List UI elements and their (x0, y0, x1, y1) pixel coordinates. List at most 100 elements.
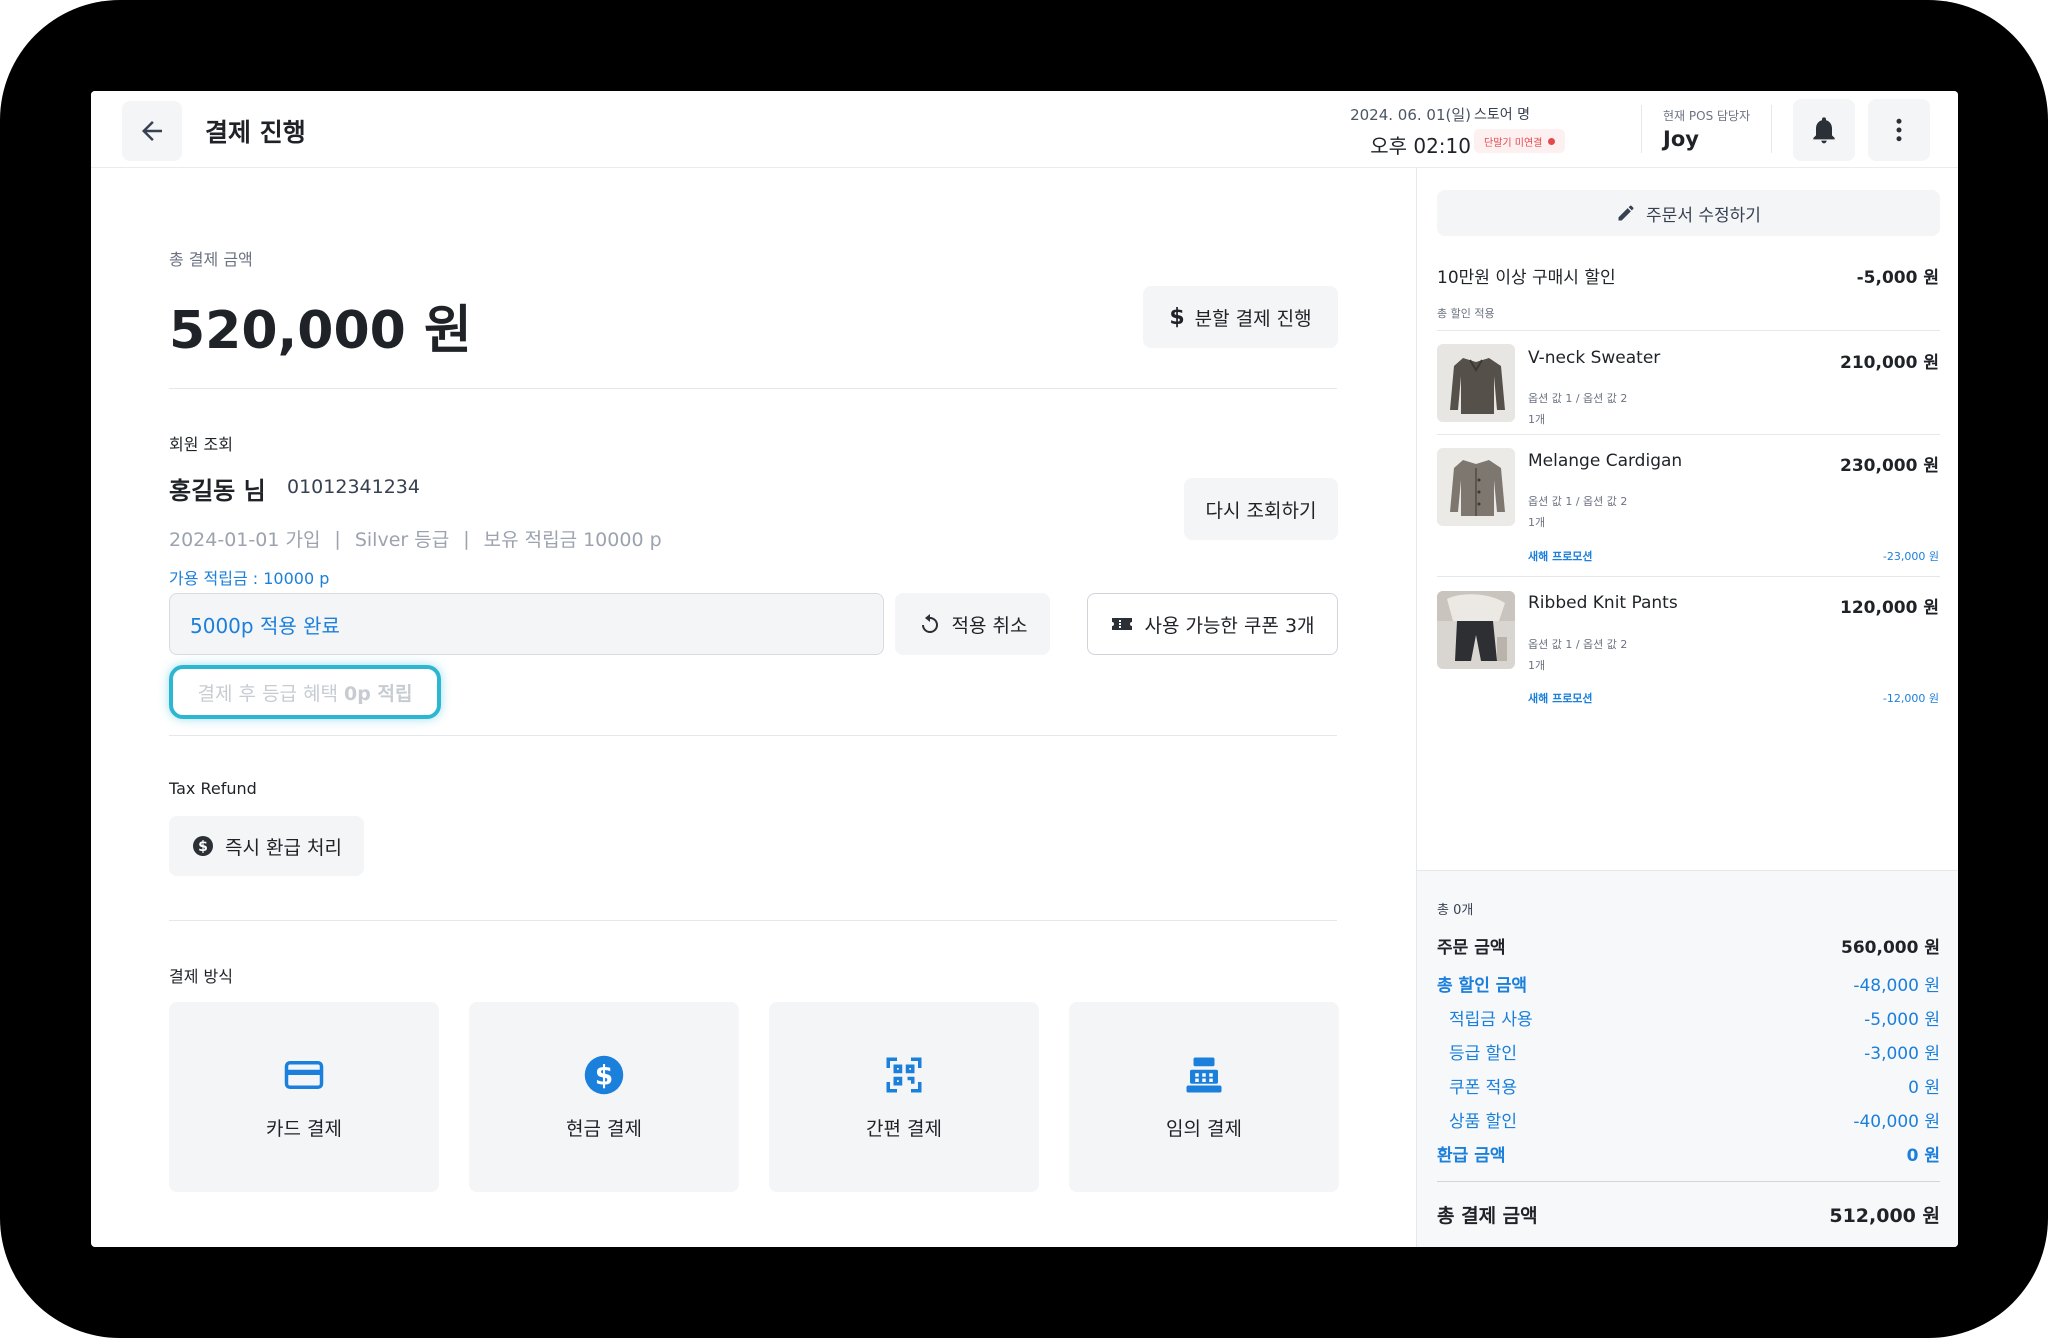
cash-register-icon (1186, 1057, 1222, 1092)
product-divider (1437, 330, 1940, 331)
points-discount-value: -5,000 원 (1864, 1010, 1940, 1030)
discount-name: 10만원 이상 구매시 할인 (1437, 268, 1616, 288)
more-vertical-icon (1896, 118, 1902, 142)
more-menu-button[interactable] (1868, 99, 1930, 161)
arrow-left-icon (142, 121, 162, 141)
top-bar: 결제 진행 2024. 06. 01(일) 오후 02:10 스토어 명 단말기… (91, 91, 1958, 168)
order-amount-label: 주문 금액 (1437, 938, 1506, 958)
split-payment-button[interactable]: $ 분할 결제 진행 (1143, 286, 1338, 348)
page-title: 결제 진행 (205, 118, 306, 147)
order-summary: 총 0개 주문 금액 560,000 원 총 할인 금액 -48,000 원 적… (1417, 870, 1958, 1247)
pos-screen: 결제 진행 2024. 06. 01(일) 오후 02:10 스토어 명 단말기… (91, 91, 1958, 1247)
info-separator: | (463, 527, 470, 550)
product-price: 210,000 원 (1840, 353, 1939, 373)
instant-refund-label: 즉시 환급 처리 (225, 836, 342, 859)
product-quantity: 1개 (1528, 659, 1546, 672)
split-payment-label: 분할 결제 진행 (1194, 307, 1312, 330)
custom-payment-button[interactable]: 임의 결제 (1069, 1002, 1339, 1192)
easy-payment-button[interactable]: 간편 결제 (769, 1002, 1039, 1192)
product-price: 230,000 원 (1840, 456, 1939, 476)
ticket-icon (1112, 618, 1133, 630)
research-member-label: 다시 조회하기 (1205, 499, 1317, 522)
points-discount-label: 적립금 사용 (1449, 1010, 1533, 1030)
cancel-points-label: 적용 취소 (951, 614, 1028, 637)
benefit-value: 0p 적립 (344, 682, 413, 705)
points-applied-text: 5000p 적용 완료 (190, 613, 340, 638)
easy-payment-label: 간편 결제 (866, 1117, 942, 1140)
edit-order-label: 주문서 수정하기 (1646, 205, 1761, 226)
product-thumbnail (1437, 448, 1515, 526)
current-time: 오후 02:10 (1370, 134, 1471, 158)
qr-code-icon (886, 1057, 922, 1092)
order-panel: 주문서 수정하기 10만원 이상 구매시 할인 -5,000 원 총 할인 적용… (1416, 168, 1958, 1247)
pencil-icon (1618, 205, 1634, 221)
staff-name: Joy (1663, 127, 1699, 151)
bell-icon (1813, 117, 1835, 144)
member-name: 홍길동 님 (169, 477, 266, 505)
member-phone: 01012341234 (287, 476, 420, 498)
card-payment-button[interactable]: 카드 결제 (169, 1002, 439, 1192)
product-price: 120,000 원 (1840, 598, 1939, 618)
discount-total-row: 총 할인 금액 -48,000 원 (1437, 971, 1940, 996)
discount-value: -5,000 원 (1856, 268, 1939, 288)
coupon-button[interactable]: 사용 가능한 쿠폰 3개 (1087, 593, 1338, 655)
svg-text:$: $ (198, 839, 208, 855)
product-discount-row: 상품 할인 -40,000 원 (1437, 1107, 1940, 1132)
dollar-icon: $ (584, 1055, 624, 1094)
product-thumbnail (1437, 591, 1515, 669)
final-total-value: 512,000 원 (1829, 1205, 1940, 1227)
grade-discount-row: 등급 할인 -3,000 원 (1437, 1039, 1940, 1064)
current-date: 2024. 06. 01(일) (1350, 106, 1471, 124)
order-amount-value: 560,000 원 (1841, 938, 1940, 958)
refund-value: 0 원 (1906, 1146, 1940, 1166)
coupon-discount-row: 쿠폰 적용 0 원 (1437, 1073, 1940, 1098)
refund-row: 환급 금액 0 원 (1437, 1141, 1940, 1166)
item-count: 총 0개 (1437, 903, 1474, 918)
store-name: 스토어 명 (1474, 107, 1530, 123)
cancel-points-button[interactable]: 적용 취소 (895, 593, 1050, 655)
product-quantity: 1개 (1528, 516, 1546, 529)
cash-payment-label: 현금 결제 (566, 1117, 642, 1140)
product-promo-value: -12,000 원 (1882, 692, 1939, 705)
info-separator: | (334, 527, 341, 550)
research-member-button[interactable]: 다시 조회하기 (1184, 478, 1338, 540)
cash-payment-button[interactable]: $ 현금 결제 (469, 1002, 739, 1192)
edit-order-button[interactable]: 주문서 수정하기 (1437, 190, 1940, 236)
back-button[interactable] (122, 101, 182, 161)
member-joined: 2024-01-01 가입 (169, 529, 321, 551)
grade-discount-label: 등급 할인 (1449, 1044, 1517, 1064)
header-divider (1771, 105, 1772, 153)
product-name: Ribbed Knit Pants (1528, 593, 1678, 613)
product-options: 옵션 값 1 / 옵션 값 2 (1528, 638, 1628, 651)
product-quantity: 1개 (1528, 413, 1546, 426)
grade-discount-value: -3,000 원 (1864, 1044, 1940, 1064)
total-amount: 520,000 원 (169, 301, 472, 361)
instant-refund-button[interactable]: $ 즉시 환급 처리 (169, 816, 364, 876)
terminal-status-text: 단말기 미연결 (1484, 137, 1543, 149)
order-amount-row: 주문 금액 560,000 원 (1437, 933, 1940, 958)
payment-panel: 총 결제 금액 520,000 원 $ 분할 결제 진행 회원 조회 홍길동 님… (91, 168, 1416, 1247)
undo-icon (921, 614, 938, 633)
notification-button[interactable] (1793, 99, 1855, 161)
total-label: 총 결제 금액 (169, 250, 253, 269)
payment-method-label: 결제 방식 (169, 967, 233, 986)
discount-sub: 총 할인 적용 (1437, 307, 1495, 320)
member-section-label: 회원 조회 (169, 435, 233, 454)
member-points: 보유 적립금 10000 p (483, 529, 662, 551)
tax-refund-label: Tax Refund (169, 779, 257, 798)
member-info: 2024-01-01 가입 | Silver 등급 | 보유 적립금 10000… (169, 525, 662, 552)
coupon-label: 사용 가능한 쿠폰 3개 (1144, 614, 1315, 637)
product-options: 옵션 값 1 / 옵션 값 2 (1528, 392, 1628, 405)
coupon-discount-label: 쿠폰 적용 (1449, 1078, 1517, 1098)
coupon-discount-value: 0 원 (1908, 1078, 1940, 1098)
section-divider (169, 735, 1337, 736)
dollar-circle-icon: $ (193, 836, 214, 856)
grade-benefit-badge: 결제 후 등급 혜택 0p 적립 (169, 665, 441, 719)
points-input[interactable]: 5000p 적용 완료 (169, 593, 884, 655)
product-name: Melange Cardigan (1528, 451, 1683, 471)
product-divider (1437, 434, 1940, 435)
points-discount-row: 적립금 사용 -5,000 원 (1437, 1005, 1940, 1030)
product-discount-label: 상품 할인 (1449, 1112, 1517, 1132)
member-grade: Silver 등급 (354, 529, 450, 551)
discount-total-label: 총 할인 금액 (1437, 976, 1528, 996)
